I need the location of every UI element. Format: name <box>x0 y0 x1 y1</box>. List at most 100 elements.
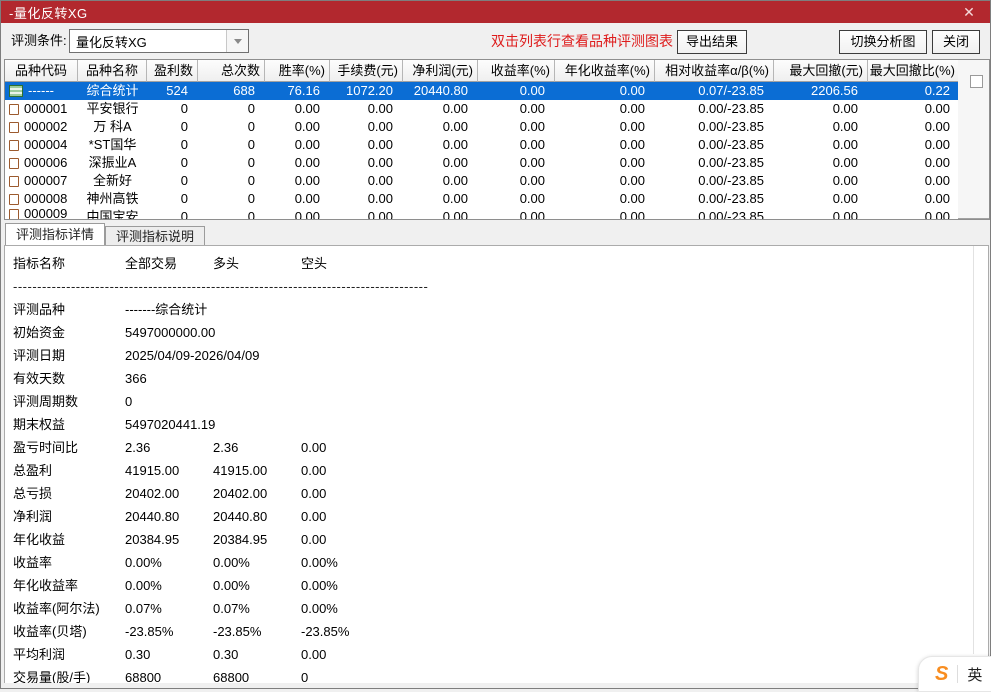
cell-value: 0.00 <box>868 208 958 220</box>
cell-value: 0.00 <box>478 136 555 154</box>
metric-long: 41915.00 <box>213 459 301 482</box>
metric-all-trades: 0.00% <box>125 551 213 574</box>
stock-name: 平安银行 <box>78 100 147 118</box>
metric-all-trades: -------综合统计 <box>125 298 213 321</box>
metric-label: 收益率(贝塔) <box>13 620 125 643</box>
title-bar: -量化反转XG ✕ <box>1 1 990 23</box>
metric-label: 净利润 <box>13 505 125 528</box>
cell-value: 0.00 <box>478 208 555 220</box>
column-header[interactable]: 品种代码 <box>5 60 78 82</box>
table-row[interactable]: 000008神州高铁000.000.000.000.000.000.00/-23… <box>5 190 958 208</box>
cell-value: 0 <box>198 154 265 172</box>
detail-row: 收益率(贝塔)-23.85%-23.85%-23.85% <box>5 620 988 643</box>
metric-label: 年化收益率 <box>13 574 125 597</box>
ime-status-widget[interactable]: S 英 <box>918 656 991 692</box>
metric-label: 评测品种 <box>13 298 125 321</box>
row-checkbox-icon[interactable] <box>9 140 19 151</box>
metric-short <box>301 344 988 367</box>
metric-long <box>213 367 301 390</box>
close-button[interactable]: 关闭 <box>932 30 980 54</box>
cell-value: 0.00 <box>265 100 330 118</box>
summary-report-icon <box>9 85 23 97</box>
cell-value: 0.00 <box>774 100 868 118</box>
tab-indicator-details[interactable]: 评测指标详情 <box>5 223 105 245</box>
metric-short: 0.00 <box>301 482 988 505</box>
cell-value: 0.00 <box>868 190 960 208</box>
cell-value: 0.00/-23.85 <box>655 136 774 154</box>
code-cell: 000002 <box>5 118 78 136</box>
cell-value: 0.00 <box>555 82 655 100</box>
export-results-button[interactable]: 导出结果 <box>677 30 747 54</box>
metric-long <box>213 321 301 344</box>
toolbar: 评测条件: 量化反转XG 双击列表行查看品种评测图表 导出结果 切换分析图 关闭 <box>1 23 990 59</box>
cell-value: 0.00 <box>403 172 478 190</box>
cell-value: 0.00 <box>330 100 403 118</box>
column-header[interactable]: 手续费(元) <box>330 60 403 82</box>
column-header[interactable]: 品种名称 <box>78 60 147 82</box>
tab-indicator-description[interactable]: 评测指标说明 <box>105 226 205 245</box>
column-config-button[interactable] <box>970 75 983 88</box>
row-checkbox-icon[interactable] <box>9 176 19 187</box>
cell-value: 0.00 <box>478 154 555 172</box>
window-bottom-edge <box>2 683 989 687</box>
row-checkbox-icon[interactable] <box>9 104 19 115</box>
detail-row: 期末权益5497020441.19 <box>5 413 988 436</box>
close-icon[interactable]: ✕ <box>958 1 980 23</box>
metric-long: 20384.95 <box>213 528 301 551</box>
column-header[interactable]: 总次数 <box>198 60 265 82</box>
table-row[interactable]: ------综合统计52468876.161072.2020440.800.00… <box>5 82 958 100</box>
metric-all-trades: 20440.80 <box>125 505 213 528</box>
cell-value: 0 <box>198 136 265 154</box>
table-row[interactable]: 000004*ST国华000.000.000.000.000.000.00/-2… <box>5 136 958 154</box>
row-checkbox-icon[interactable] <box>9 194 19 205</box>
stock-code: 000006 <box>24 154 67 172</box>
cell-value: 20440.80 <box>403 82 478 100</box>
table-row[interactable]: 000007全新好000.000.000.000.000.000.00/-23.… <box>5 172 958 190</box>
ime-divider <box>957 665 958 683</box>
column-header[interactable]: 最大回撤(元) <box>774 60 868 82</box>
stock-code: 000007 <box>24 172 67 190</box>
cell-value: 0.00 <box>555 172 655 190</box>
detail-row: 净利润20440.8020440.800.00 <box>5 505 988 528</box>
dropdown-button[interactable] <box>226 30 248 52</box>
detail-row: 收益率0.00%0.00%0.00% <box>5 551 988 574</box>
column-header[interactable]: 收益率(%) <box>478 60 555 82</box>
stock-name: 全新好 <box>78 172 147 190</box>
detail-row: 评测周期数0 <box>5 390 988 413</box>
row-checkbox-icon[interactable] <box>9 158 19 169</box>
table-row[interactable]: 000001平安银行000.000.000.000.000.000.00/-23… <box>5 100 958 118</box>
cell-value: 0.00 <box>868 100 960 118</box>
metric-label: 期末权益 <box>13 413 125 436</box>
metric-long: 20402.00 <box>213 482 301 505</box>
column-header[interactable]: 年化收益率(%) <box>555 60 655 82</box>
cell-value: 0.00/-23.85 <box>655 190 774 208</box>
stock-code: 000008 <box>24 190 67 208</box>
cell-value: 0.00 <box>403 136 478 154</box>
app-window: -量化反转XG ✕ 评测条件: 量化反转XG 双击列表行查看品种评测图表 导出结… <box>0 0 991 689</box>
cell-value: 0.00 <box>265 154 330 172</box>
stock-name: 中国宝安 <box>78 208 147 220</box>
table-row[interactable]: 000006深振业A000.000.000.000.000.000.00/-23… <box>5 154 958 172</box>
table-row[interactable]: 000009中国宝安000.000.000.000.000.000.00/-23… <box>5 208 958 220</box>
metric-all-trades: 2.36 <box>125 436 213 459</box>
switch-analysis-chart-button[interactable]: 切换分析图 <box>839 30 927 54</box>
column-header[interactable]: 相对收益率α/β(%) <box>655 60 774 82</box>
code-cell: 000008 <box>5 190 78 208</box>
column-header[interactable]: 净利润(元) <box>403 60 478 82</box>
condition-combobox[interactable]: 量化反转XG <box>69 29 249 53</box>
table-row[interactable]: 000002万 科A000.000.000.000.000.000.00/-23… <box>5 118 958 136</box>
cell-value: 1072.20 <box>330 82 403 100</box>
cell-value: 0.00 <box>555 208 655 220</box>
column-header[interactable]: 盈利数 <box>147 60 198 82</box>
cell-value: 0.00 <box>555 154 655 172</box>
cell-value: 0.00 <box>265 136 330 154</box>
cell-value: 0.00 <box>265 208 330 220</box>
row-checkbox-icon[interactable] <box>9 122 19 133</box>
cell-value: 0.00 <box>330 136 403 154</box>
column-header[interactable]: 胜率(%) <box>265 60 330 82</box>
stock-code: 000004 <box>24 136 67 154</box>
stock-name: 神州高铁 <box>78 190 147 208</box>
column-header[interactable]: 最大回撤比(%) <box>868 60 960 82</box>
cell-value: 0.00 <box>403 118 478 136</box>
row-checkbox-icon[interactable] <box>9 209 19 220</box>
